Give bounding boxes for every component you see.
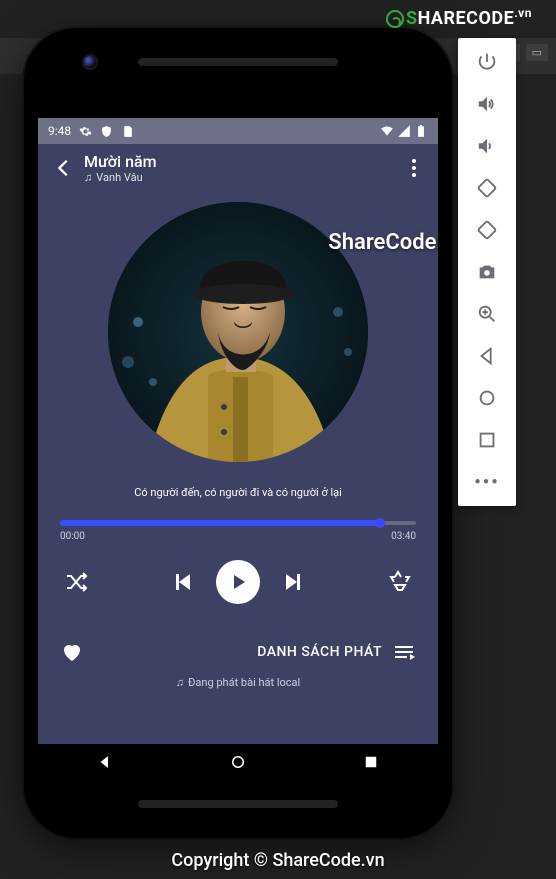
play-button[interactable] bbox=[216, 560, 260, 604]
watermark-copyright: Copyright © ShareCode.vn bbox=[0, 850, 556, 871]
battery-icon bbox=[414, 124, 428, 138]
nav-recents-button[interactable] bbox=[362, 753, 380, 775]
phone-speaker-bottom bbox=[138, 800, 338, 808]
nav-home-button[interactable] bbox=[229, 753, 247, 775]
song-title: Mười năm bbox=[84, 152, 402, 171]
bottom-row: DANH SÁCH PHÁT bbox=[38, 612, 438, 670]
playlist-icon bbox=[392, 640, 416, 664]
recycle-button[interactable] bbox=[388, 570, 412, 594]
android-navbar bbox=[38, 744, 438, 784]
signal-icon bbox=[397, 124, 411, 138]
phone-camera bbox=[82, 54, 98, 70]
player-controls bbox=[38, 542, 438, 612]
watermark-top: SHARECODE.vn bbox=[386, 6, 532, 29]
music-note-icon: ♫ bbox=[176, 676, 184, 689]
phone-screen: 9:48 Mười năm ♫ Vanh Vâu bbox=[38, 118, 438, 784]
time-duration: 03:40 bbox=[391, 531, 416, 542]
home-icon[interactable] bbox=[475, 386, 499, 410]
lyric-line: Có người đến, có người đi và có người ở … bbox=[38, 476, 438, 521]
menu-button[interactable] bbox=[402, 159, 426, 177]
emulator-toolbar: ••• bbox=[458, 38, 516, 506]
more-icon[interactable]: ••• bbox=[475, 470, 499, 494]
playlist-button[interactable]: DANH SÁCH PHÁT bbox=[257, 640, 416, 664]
shield-icon bbox=[100, 125, 113, 138]
seek-bar[interactable] bbox=[60, 521, 416, 525]
nav-back-button[interactable] bbox=[96, 753, 114, 775]
seek-area: 00:00 03:40 bbox=[38, 521, 438, 542]
time-current: 00:00 bbox=[60, 531, 85, 542]
zoom-icon[interactable] bbox=[475, 302, 499, 326]
now-playing-toast: ♫Đang phát bài hát local bbox=[38, 670, 438, 689]
ide-chip: ▭ bbox=[526, 44, 548, 61]
playlist-label: DANH SÁCH PHÁT bbox=[257, 644, 382, 660]
volume-down-icon[interactable] bbox=[475, 134, 499, 158]
next-button[interactable] bbox=[282, 570, 306, 594]
shuffle-button[interactable] bbox=[64, 570, 88, 594]
status-time: 9:48 bbox=[48, 124, 71, 138]
wifi-icon bbox=[380, 124, 394, 138]
back-button[interactable] bbox=[50, 154, 78, 182]
music-note-icon: ♫ bbox=[84, 171, 92, 184]
seek-fill bbox=[60, 520, 380, 526]
artist-name: ♫ Vanh Vâu bbox=[84, 171, 402, 184]
logo-swirl-icon bbox=[386, 10, 404, 28]
rotate-right-icon[interactable] bbox=[475, 218, 499, 242]
sd-card-icon bbox=[121, 125, 134, 138]
recents-icon[interactable] bbox=[475, 428, 499, 452]
back-icon[interactable] bbox=[475, 344, 499, 368]
status-bar: 9:48 bbox=[38, 118, 438, 144]
rotate-left-icon[interactable] bbox=[475, 176, 499, 200]
watermark-mid: ShareCode.vn bbox=[328, 230, 438, 255]
phone-speaker-top bbox=[138, 58, 338, 66]
volume-up-icon[interactable] bbox=[475, 92, 499, 116]
app-header: Mười năm ♫ Vanh Vâu bbox=[38, 144, 438, 192]
previous-button[interactable] bbox=[170, 570, 194, 594]
power-icon[interactable] bbox=[475, 50, 499, 74]
seek-thumb[interactable] bbox=[375, 518, 385, 528]
phone-frame: 9:48 Mười năm ♫ Vanh Vâu bbox=[24, 28, 452, 838]
favorite-button[interactable] bbox=[60, 640, 84, 664]
settings-icon bbox=[79, 125, 92, 138]
camera-icon[interactable] bbox=[475, 260, 499, 284]
